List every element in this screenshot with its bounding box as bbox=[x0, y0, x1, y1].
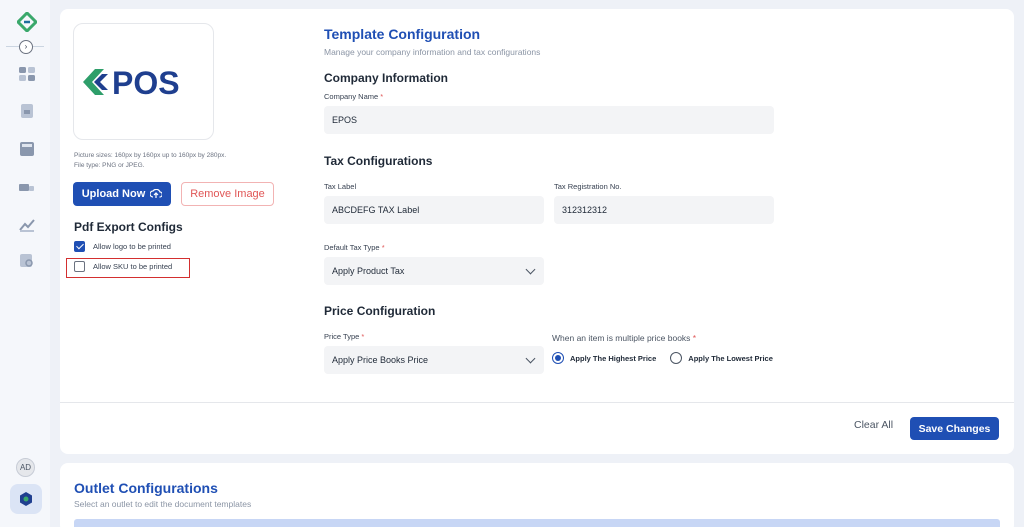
allow-logo-checkbox[interactable] bbox=[74, 241, 85, 252]
price-type-select[interactable]: Apply Price Books Price bbox=[324, 346, 544, 374]
price-type-label: Price Type * bbox=[324, 332, 365, 341]
settings-nav-item[interactable] bbox=[10, 484, 42, 514]
dashboard-icon[interactable] bbox=[19, 67, 35, 81]
app-logo-icon bbox=[17, 12, 37, 32]
settings-hex-icon bbox=[20, 492, 32, 506]
search-document-icon[interactable] bbox=[19, 254, 35, 268]
allow-logo-option[interactable]: Allow logo to be printed bbox=[74, 241, 171, 252]
pdf-export-title: Pdf Export Configs bbox=[74, 220, 183, 234]
company-name-input[interactable]: EPOS bbox=[324, 106, 774, 134]
highlight-annotation bbox=[66, 258, 190, 278]
cloud-upload-icon bbox=[150, 189, 163, 198]
logo-preview: POS bbox=[73, 23, 214, 140]
expand-sidebar-button[interactable]: › bbox=[19, 40, 33, 54]
tax-registration-label: Tax Registration No. bbox=[554, 182, 622, 191]
document-icon[interactable] bbox=[19, 104, 35, 118]
price-type-value: Apply Price Books Price bbox=[332, 355, 429, 365]
card-divider bbox=[60, 402, 1014, 403]
report-icon[interactable] bbox=[19, 218, 35, 232]
price-selection-radios: Apply The Highest Price Apply The Lowest… bbox=[552, 352, 773, 364]
tax-label-input[interactable]: ABCDEFG TAX Label bbox=[324, 196, 544, 224]
page-title: Template Configuration bbox=[324, 26, 481, 42]
multiple-price-books-label: When an item is multiple price books * bbox=[552, 333, 697, 343]
user-avatar[interactable]: AD bbox=[16, 458, 35, 477]
tax-config-title: Tax Configurations bbox=[324, 154, 433, 168]
tax-label-label: Tax Label bbox=[324, 182, 357, 191]
chevron-down-icon bbox=[525, 264, 536, 274]
logo-text: POS bbox=[112, 66, 180, 98]
truck-icon[interactable] bbox=[19, 180, 35, 194]
remove-image-button[interactable]: Remove Image bbox=[181, 182, 274, 206]
company-name-label: Company Name * bbox=[324, 92, 384, 101]
calculator-icon[interactable] bbox=[19, 142, 35, 156]
upload-now-button[interactable]: Upload Now bbox=[73, 182, 171, 206]
highest-price-label[interactable]: Apply The Highest Price bbox=[570, 354, 656, 363]
allow-logo-label: Allow logo to be printed bbox=[93, 242, 171, 251]
lowest-price-radio[interactable] bbox=[670, 352, 683, 364]
company-info-title: Company Information bbox=[324, 71, 449, 85]
price-config-title: Price Configuration bbox=[324, 304, 436, 318]
outlet-list-header bbox=[74, 519, 1000, 527]
file-type-hint: File type: PNG or JPEG. bbox=[74, 162, 145, 169]
epos-logo-icon: POS bbox=[83, 66, 180, 98]
lowest-price-label[interactable]: Apply The Lowest Price bbox=[688, 354, 773, 363]
page-subtitle: Manage your company information and tax … bbox=[324, 47, 541, 57]
sidebar: › AD bbox=[0, 0, 50, 527]
chevron-down-icon bbox=[525, 353, 536, 363]
upload-label: Upload Now bbox=[81, 188, 146, 200]
default-tax-type-value: Apply Product Tax bbox=[332, 266, 405, 276]
save-changes-button[interactable]: Save Changes bbox=[910, 417, 999, 440]
outlet-title: Outlet Configurations bbox=[74, 480, 218, 496]
picture-size-hint: Picture sizes: 160px by 160px up to 160p… bbox=[74, 152, 227, 159]
tax-registration-input[interactable]: 312312312 bbox=[554, 196, 774, 224]
highest-price-radio[interactable] bbox=[552, 352, 564, 364]
default-tax-type-select[interactable]: Apply Product Tax bbox=[324, 257, 544, 285]
clear-all-button[interactable]: Clear All bbox=[854, 419, 893, 431]
outlet-subtitle: Select an outlet to edit the document te… bbox=[74, 499, 252, 509]
default-tax-type-label: Default Tax Type * bbox=[324, 243, 385, 252]
